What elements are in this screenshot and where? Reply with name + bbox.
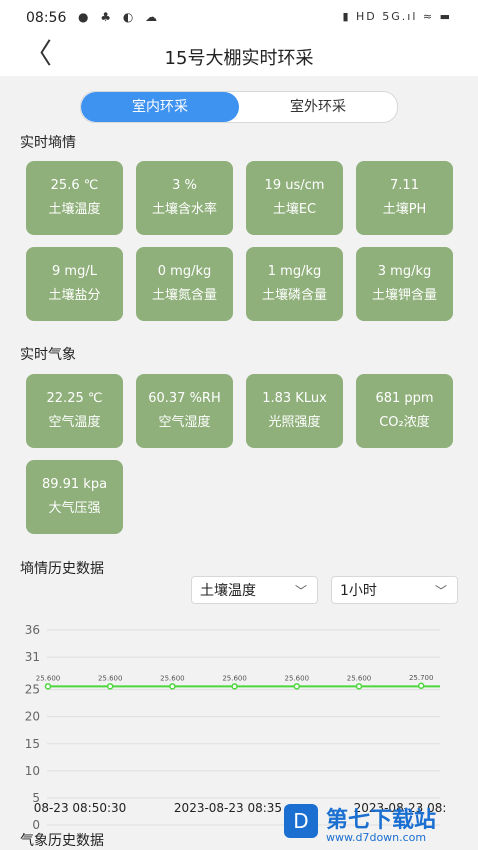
series-point [293,683,301,690]
series-point [44,683,52,690]
y-tick-label: 31 [25,650,40,664]
soil-card-temperature[interactable]: 25.6 ℃ 土壤温度 [26,161,123,235]
data-label: 25.600 [285,674,310,682]
card-label: 土壤磷含量 [261,288,327,303]
watermark: D 第七下载站 www.d7down.com [284,800,478,850]
series-point [355,683,363,690]
data-label: 25.600 [222,674,247,682]
nav-bar: 〈 15号大棚实时环采 [0,36,478,76]
data-label: 25.600 [36,674,61,682]
soil-card-ec[interactable]: 19 us/cm 土壤EC [246,161,343,235]
data-label: 25.600 [98,674,123,682]
y-tick-label: 10 [25,764,40,778]
weather-grid: 22.25 ℃ 空气温度 60.37 %RH 空气湿度 1.83 KLux 光照强度 … [26,374,456,534]
chevron-down-icon: ﹀ [294,584,307,598]
card-value: 19 us/cm [264,178,325,193]
watermark-name: 第七下载站 [326,808,437,833]
page-title: 15号大棚实时环采 [164,48,314,69]
card-value: 22.25 ℃ [46,391,103,406]
soil-section-title: 实时墒情 [20,135,76,151]
soil-card-ph[interactable]: 7.11 土壤PH [356,161,453,235]
series-point [106,683,114,690]
y-tick-label: 15 [25,737,40,751]
soil-card-potassium[interactable]: 3 mg/kg 土壤钾含量 [356,247,453,321]
card-label: 土壤含水率 [151,202,217,217]
data-label: 25.700 [409,674,434,682]
card-value: 60.37 %RH [148,391,221,406]
metric-select-value: 土壤温度 [200,583,256,599]
card-value: 9 mg/L [52,264,97,279]
card-label: 空气温度 [48,415,101,430]
card-label: CO₂浓度 [379,415,430,430]
card-value: 25.6 ℃ [50,178,99,193]
x-tick-label: 2023-08-23 08:35 [174,801,282,815]
card-label: 大气压强 [48,501,101,516]
y-tick-label: 25 [25,683,40,697]
x-tick-label: 08-23 08:50:30 [34,801,127,815]
y-tick-label: 20 [25,710,40,724]
card-value: 89.91 kpa [41,477,108,492]
system-icons: ▮ HD 5G.ıl ≈ ▬ [342,10,452,23]
soil-card-nitrogen[interactable]: 0 mg/kg 土壤氮含量 [136,247,233,321]
chevron-down-icon: ﹀ [434,584,447,598]
status-time: 08:56 [26,10,67,26]
series-point [231,683,238,690]
tab-outdoor[interactable]: 室外环采 [239,92,397,122]
interval-select-value: 1小时 [340,583,377,599]
interval-select[interactable]: 1小时 ﹀ [331,576,458,604]
soil-card-phosphorus[interactable]: 1 mg/kg 土壤磷含量 [246,247,343,321]
y-tick-label: 0 [32,818,40,830]
card-label: 土壤EC [272,202,317,217]
soil-card-moisture[interactable]: 3 % 土壤含水率 [136,161,233,235]
card-label: 光照强度 [268,415,321,430]
tab-indoor[interactable]: 室内环采 [81,92,239,122]
watermark-url: www.d7down.com [326,831,427,844]
weather-card-air-humidity[interactable]: 60.37 %RH 空气湿度 [136,374,233,448]
weather-card-air-temperature[interactable]: 22.25 ℃ 空气温度 [26,374,123,448]
card-value: 0 mg/kg [157,264,212,279]
card-label: 空气湿度 [158,415,211,430]
weather-card-co2[interactable]: 681 ppm CO₂浓度 [356,374,453,448]
notification-icons: ● ♣ ◐ ☁ [78,10,162,24]
card-value: 3 mg/kg [377,264,432,279]
weather-card-pressure[interactable]: 89.91 kpa 大气压强 [26,460,123,534]
card-label: 土壤钾含量 [371,288,437,303]
weather-section-title: 实时气象 [20,347,76,363]
status-bar: 08:56 ● ♣ ◐ ☁ ▮ HD 5G.ıl ≈ ▬ [0,0,478,36]
card-value: 681 ppm [375,391,434,406]
soil-history-chart: 0510152025313625.600 25.600 25.600 25.600 25… [25,623,447,830]
series-point [169,683,176,690]
tab-bar: 室内环采 室外环采 [80,91,398,123]
history-section-title: 墒情历史数据 [20,561,104,577]
watermark-logo-icon: D [284,804,318,838]
soil-card-salinity[interactable]: 9 mg/L 土壤盐分 [26,247,123,321]
card-value: 7.11 [390,178,419,193]
card-label: 土壤盐分 [48,288,101,303]
card-value: 1 mg/kg [267,264,322,279]
data-label: 25.600 [160,674,185,682]
series-point [417,682,425,690]
soil-grid: 25.6 ℃ 土壤温度 3 % 土壤含水率 19 us/cm 土壤EC 7.11 土壤P… [26,161,456,321]
y-tick-label: 36 [25,623,40,637]
card-label: 土壤温度 [48,202,101,217]
weather-card-light[interactable]: 1.83 KLux 光照强度 [246,374,343,448]
data-label: 25.600 [347,674,372,682]
metric-select[interactable]: 土壤温度 ﹀ [191,576,318,604]
card-value: 3 % [172,178,197,193]
weather-history-title: 气象历史数据 [20,833,104,849]
card-label: 土壤氮含量 [151,288,217,303]
card-value: 1.83 KLux [262,391,327,406]
card-label: 土壤PH [382,202,427,217]
